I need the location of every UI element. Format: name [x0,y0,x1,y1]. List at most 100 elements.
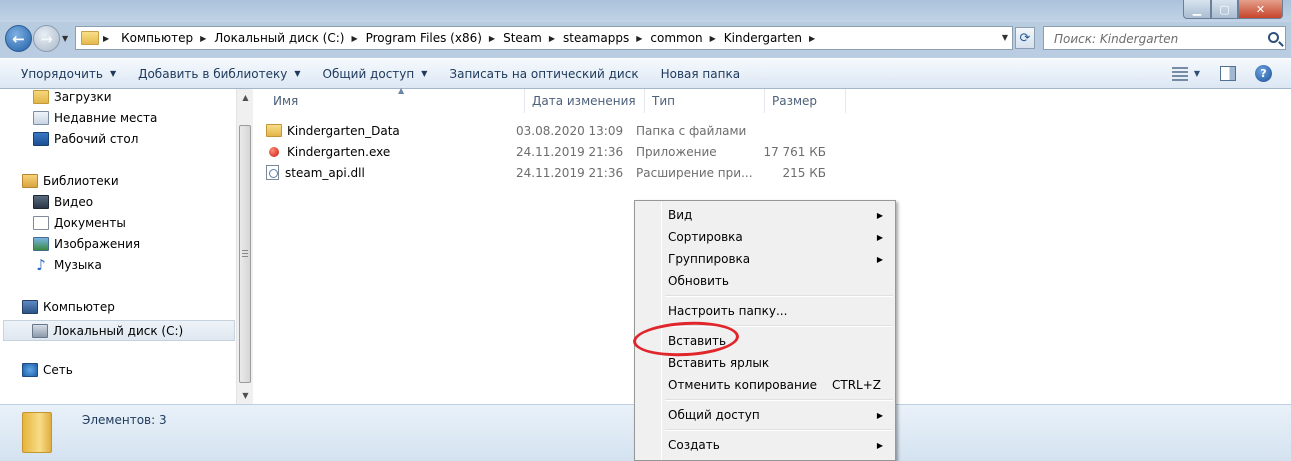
address-bar[interactable]: ▶ Компьютер ▶ Локальный диск (C:) ▶ Progra… [75,26,1013,50]
share-label: Общий доступ [322,66,415,81]
menu-item-view[interactable]: Вид ▶ [637,204,893,226]
sidebar-item-computer[interactable]: Компьютер [22,300,115,314]
new-folder-button[interactable]: Новая папка [650,67,751,81]
sidebar-item-recent[interactable]: Недавние места [33,111,157,125]
sidebar-item-label: Локальный диск (C:) [53,323,184,338]
submenu-arrow-icon: ▶ [876,232,883,242]
menu-item-label: Обновить [668,274,729,288]
sidebar-item-video[interactable]: Видео [33,195,93,209]
sort-ascending-icon: ▲ [398,86,405,95]
sidebar-item-music[interactable]: ♪ Музыка [33,256,102,274]
views-icon[interactable] [1171,66,1188,81]
breadcrumb-item[interactable]: Program Files (x86) ▶ [362,31,499,45]
breadcrumb-item[interactable]: Kindergarten ▶ [720,31,819,45]
add-to-library-button[interactable]: Добавить в библиотеку ▼ [127,67,311,81]
scroll-up-icon[interactable]: ▲ [237,89,254,106]
refresh-icon[interactable]: ⟳ [1015,27,1035,49]
chevron-down-icon[interactable]: ▼ [1194,69,1200,78]
sidebar-item-network[interactable]: Сеть [22,363,73,377]
breadcrumb-label: Kindergarten [723,31,802,45]
breadcrumb-label: Локальный диск (C:) [214,31,345,45]
new-folder-label: Новая папка [660,66,741,81]
breadcrumb-item[interactable]: steamapps ▶ [559,31,646,45]
column-header-label: Размер [772,94,818,108]
history-dropdown-icon[interactable]: ▼ [62,34,68,43]
sidebar-item-documents[interactable]: Документы [33,216,126,230]
search-input[interactable]: Поиск: Kindergarten [1043,26,1286,50]
chevron-down-icon: ▼ [294,69,301,78]
file-date: 24.11.2019 21:36 [516,144,624,159]
menu-separator [665,295,893,297]
menu-separator [665,399,893,401]
close-window-button[interactable]: ✕ [1238,0,1283,19]
navigation-bar: ← → ▼ ▶ Компьютер ▶ Локальный диск (C:) ▶ … [0,22,1291,58]
chevron-right-icon[interactable]: ▶ [809,34,815,43]
column-header-type[interactable]: Тип [645,89,765,113]
sidebar-item-desktop[interactable]: Рабочий стол [33,132,138,146]
application-icon [269,146,279,157]
chevron-right-icon[interactable]: ▶ [636,34,642,43]
sidebar-item-label: Сеть [43,363,73,377]
chevron-right-icon[interactable]: ▶ [351,34,357,43]
sidebar-item-downloads[interactable]: Загрузки [33,90,112,104]
recent-places-icon [33,111,49,125]
menu-item-refresh[interactable]: Обновить [637,270,893,292]
scroll-down-icon[interactable]: ▼ [237,387,254,404]
sidebar-item-libraries[interactable]: Библиотеки [22,174,119,188]
address-dropdown-icon[interactable]: ▼ [1002,33,1008,42]
menu-item-label: Сортировка [668,230,743,244]
menu-item-customize[interactable]: Настроить папку... [637,300,893,322]
video-library-icon [33,195,49,209]
forward-button[interactable]: → [33,25,60,52]
dll-file-icon [266,165,279,180]
submenu-arrow-icon: ▶ [876,410,883,420]
help-icon[interactable]: ? [1255,65,1272,82]
menu-item-label: Вставить ярлык [668,356,770,370]
file-row[interactable]: Kindergarten.exe 24.11.2019 21:36 Прилож… [266,141,826,162]
preview-pane-icon[interactable] [1220,66,1236,81]
breadcrumb-label: common [650,31,703,45]
back-button[interactable]: ← [5,25,32,52]
sidebar-item-label: Библиотеки [43,174,119,188]
downloads-folder-icon [33,90,49,104]
chevron-right-icon[interactable]: ▶ [103,34,109,43]
maximize-button[interactable]: ▢ [1211,0,1238,19]
breadcrumb-item[interactable]: common ▶ [646,31,719,45]
share-button[interactable]: Общий доступ ▼ [312,67,439,81]
burn-button[interactable]: Записать на оптический диск [438,67,649,81]
libraries-icon [22,174,38,188]
column-header-name[interactable]: Имя ▲ [266,86,525,113]
breadcrumb-item[interactable]: Локальный диск (C:) ▶ [210,31,361,45]
music-note-icon: ♪ [36,256,46,274]
sidebar-scrollbar[interactable]: ▲ ▼ [236,89,253,404]
sidebar-item-images[interactable]: Изображения [33,237,140,251]
folder-icon [266,124,282,137]
menu-item-sort[interactable]: Сортировка ▶ [637,226,893,248]
menu-item-share[interactable]: Общий доступ ▶ [637,404,893,426]
breadcrumb-item[interactable]: Компьютер ▶ [117,31,210,45]
computer-icon [22,300,38,314]
search-icon[interactable] [1268,32,1279,43]
item-count: Элементов: 3 [82,413,167,427]
documents-library-icon [33,216,49,230]
scrollbar-thumb[interactable] [239,125,251,383]
chevron-right-icon[interactable]: ▶ [489,34,495,43]
menu-item-undo-copy[interactable]: Отменить копирование CTRL+Z [637,374,893,396]
navigation-pane: Загрузки Недавние места Рабочий стол Биб… [0,89,236,404]
file-row[interactable]: Kindergarten_Data 03.08.2020 13:09 Папка… [266,120,826,141]
sidebar-item-label: Недавние места [54,111,158,125]
minimize-button[interactable]: ▁ [1183,0,1211,19]
breadcrumb-item[interactable]: Steam ▶ [499,31,559,45]
file-name: Kindergarten_Data [287,123,400,138]
menu-item-group[interactable]: Группировка ▶ [637,248,893,270]
chevron-right-icon[interactable]: ▶ [710,34,716,43]
column-header-size[interactable]: Размер [765,89,846,113]
chevron-right-icon[interactable]: ▶ [200,34,206,43]
chevron-right-icon[interactable]: ▶ [549,34,555,43]
column-header-date[interactable]: Дата изменения [525,89,645,113]
sidebar-item-label: Компьютер [43,300,115,314]
menu-item-create[interactable]: Создать ▶ [637,434,893,456]
organize-button[interactable]: Упорядочить ▼ [10,67,127,81]
sidebar-item-local-disk[interactable]: Локальный диск (C:) [3,320,235,341]
file-row[interactable]: steam_api.dll 24.11.2019 21:36 Расширени… [266,162,826,183]
